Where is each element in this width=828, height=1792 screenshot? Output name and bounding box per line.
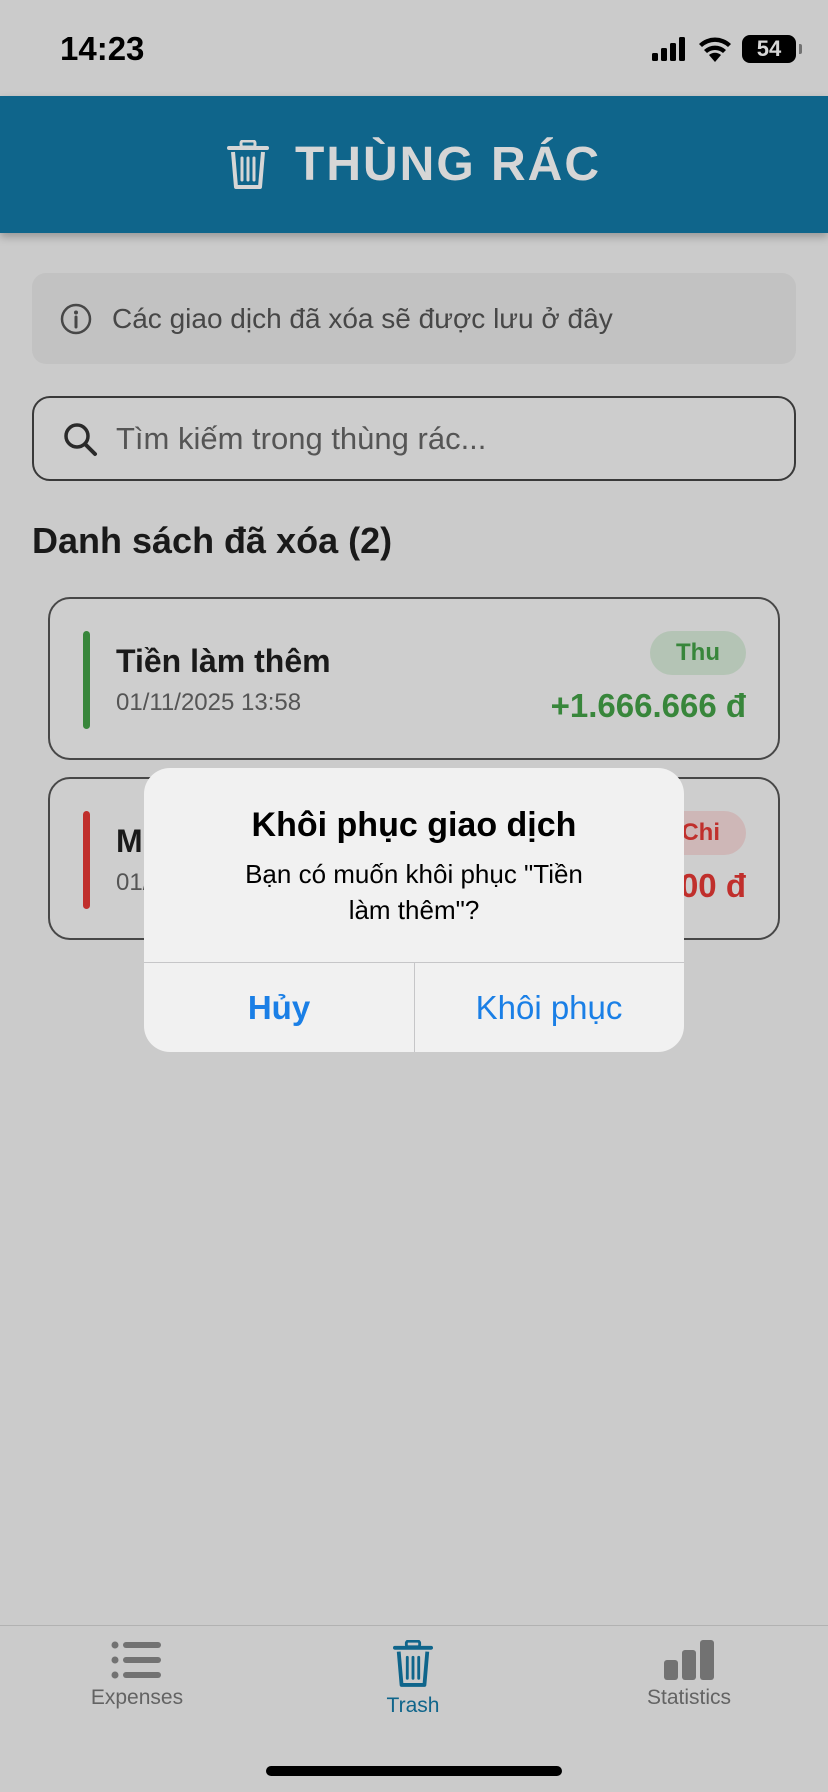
home-indicator bbox=[266, 1766, 562, 1776]
restore-button[interactable]: Khôi phục bbox=[414, 963, 684, 1052]
cancel-button[interactable]: Hủy bbox=[144, 963, 414, 1052]
dialog-title: Khôi phục giao dịch bbox=[251, 806, 577, 844]
dialog-message: Bạn có muốn khôi phục "Tiền làm thêm"? bbox=[245, 859, 583, 925]
restore-dialog: Khôi phục giao dịch Bạn có muốn khôi phụ… bbox=[144, 768, 684, 1052]
